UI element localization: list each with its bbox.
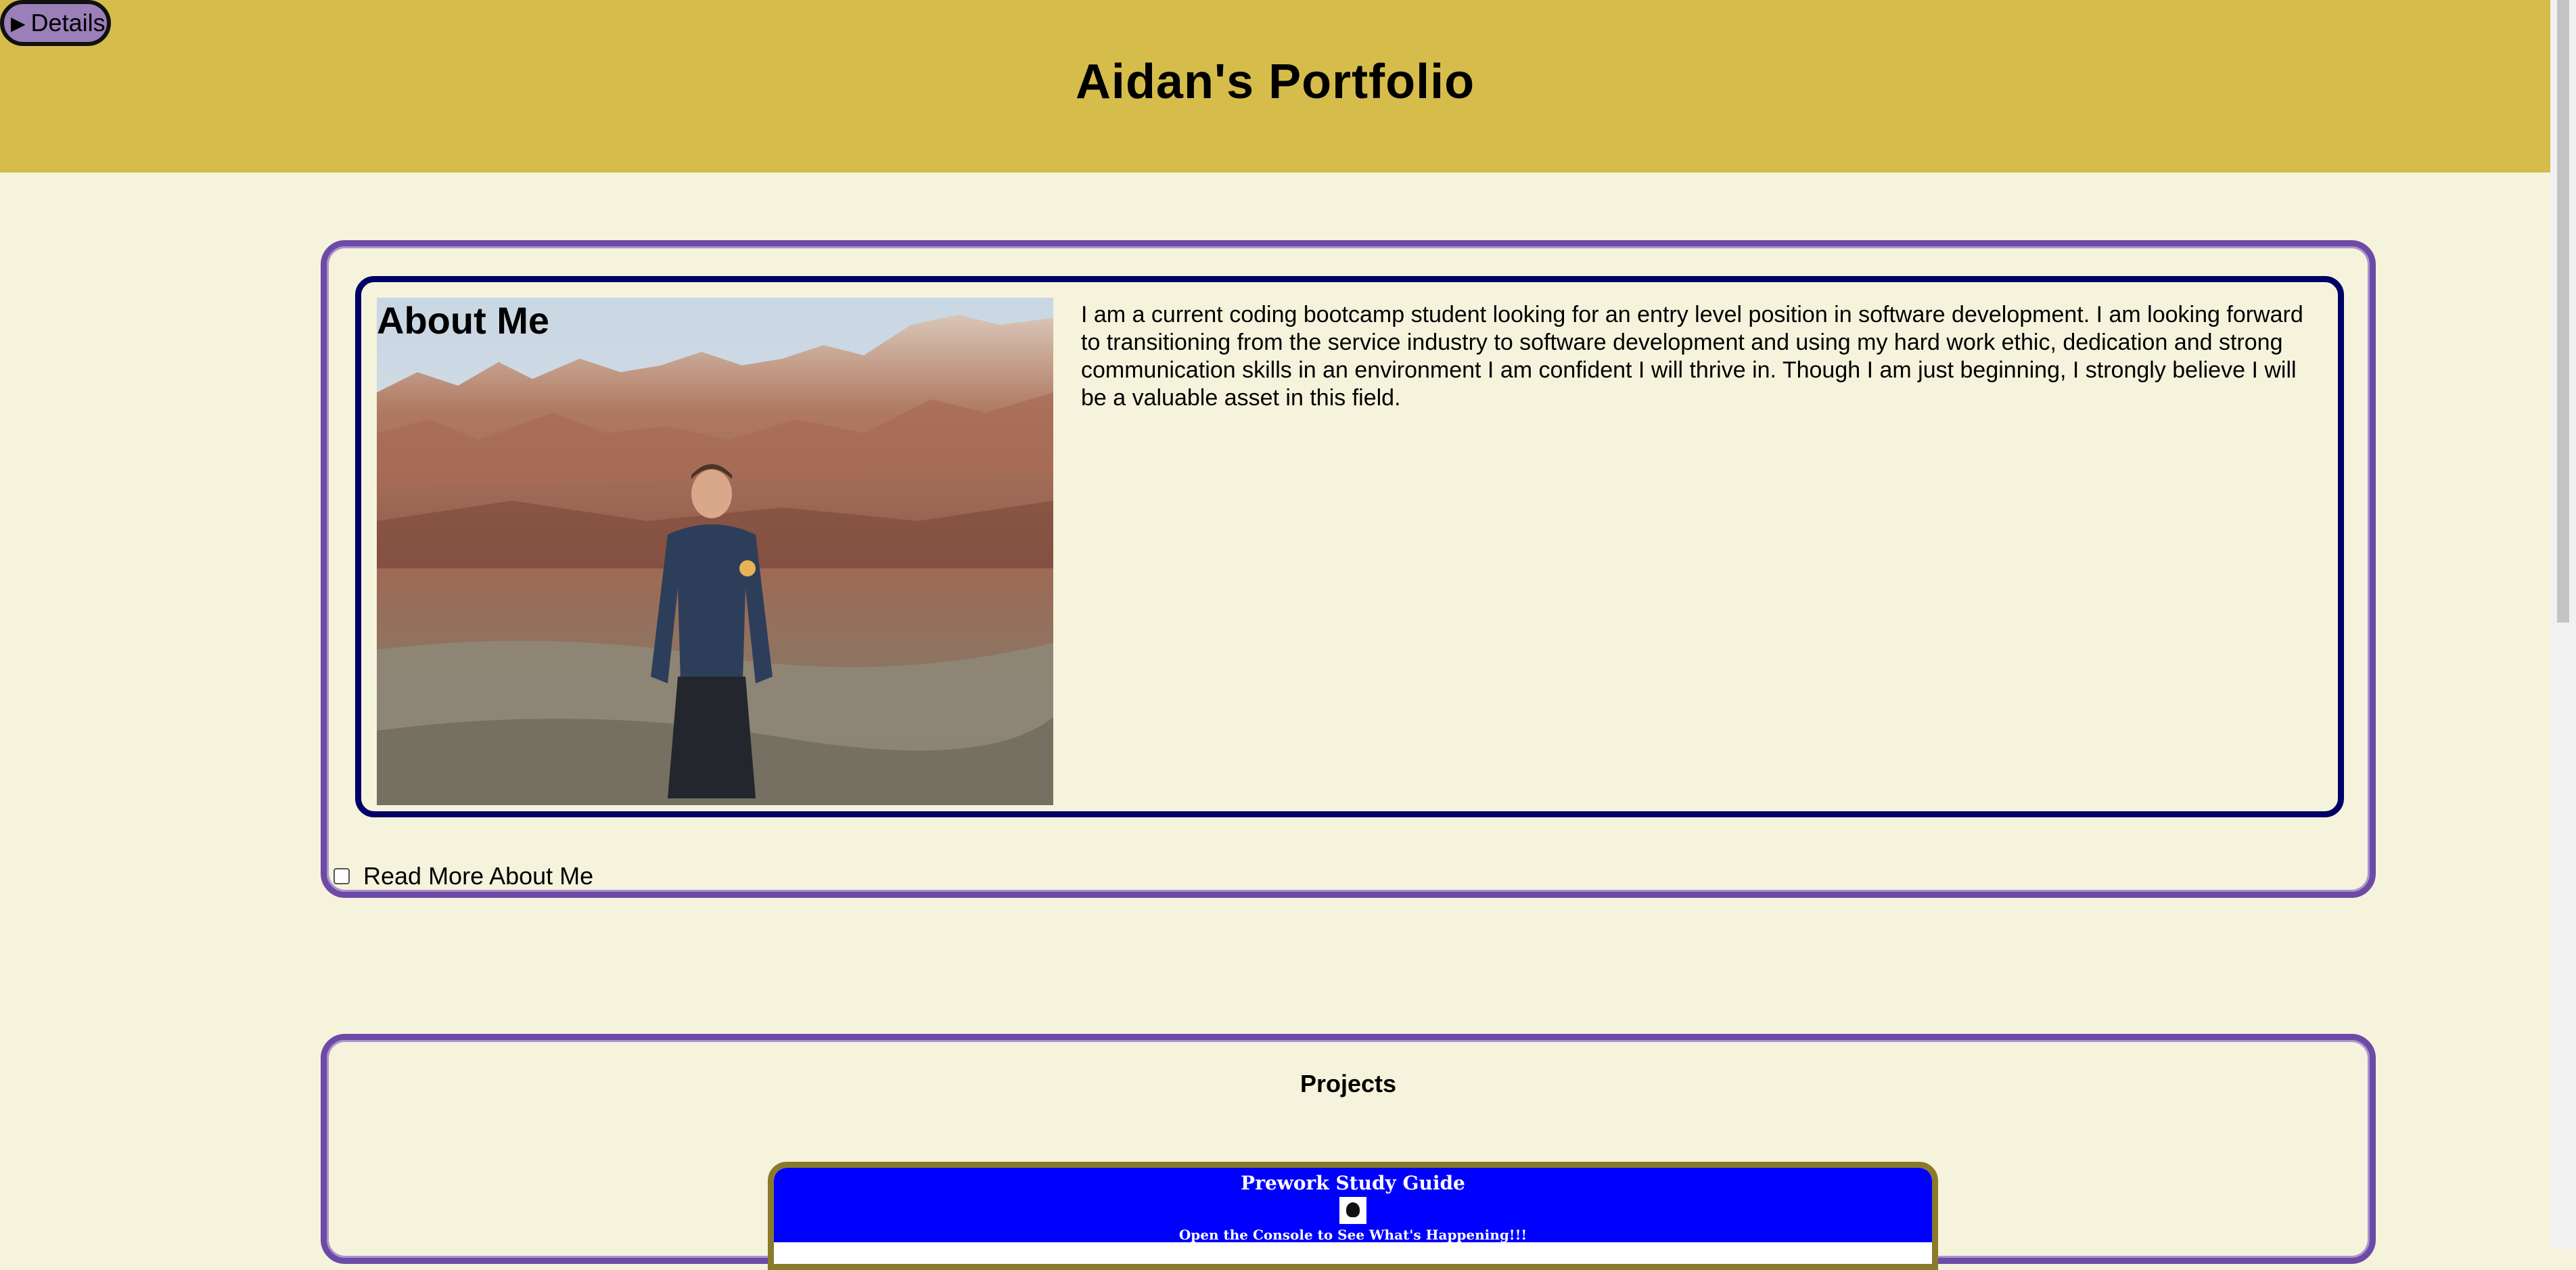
details-toggle-button[interactable]: ▶ Details [0, 0, 111, 46]
scrollbar-thumb[interactable] [2557, 0, 2569, 622]
about-section: About Me I am a current coding bootcamp … [321, 240, 2376, 898]
project-banner: Prework Study Guide Open the Console to … [774, 1168, 1932, 1243]
project-card[interactable]: Prework Study Guide Open the Console to … [768, 1162, 1938, 1270]
vertical-scrollbar[interactable] [2550, 0, 2576, 1249]
about-title: About Me [377, 299, 550, 342]
projects-section: Projects Prework Study Guide Open the Co… [321, 1034, 2376, 1270]
projects-title: Projects [1300, 1070, 1397, 1097]
read-more-toggle[interactable]: Read More About Me [334, 862, 593, 890]
project-logo-icon [1339, 1197, 1366, 1224]
read-more-label: Read More About Me [363, 862, 594, 890]
profile-photo [377, 298, 1053, 805]
project-name: Prework Study Guide [1241, 1172, 1465, 1194]
about-text: I am a current coding bootcamp student l… [1081, 302, 2303, 411]
about-card: About Me I am a current coding bootcamp … [355, 276, 2344, 817]
site-header: ▶ Details Aidan's Portfolio [0, 0, 2550, 173]
project-subtitle: Open the Console to See What's Happening… [1178, 1227, 1527, 1243]
page-title: Aidan's Portfolio [1075, 55, 1475, 109]
details-label: Details [30, 9, 106, 37]
disclosure-triangle-icon: ▶ [11, 12, 26, 34]
read-more-checkbox[interactable] [334, 868, 350, 884]
